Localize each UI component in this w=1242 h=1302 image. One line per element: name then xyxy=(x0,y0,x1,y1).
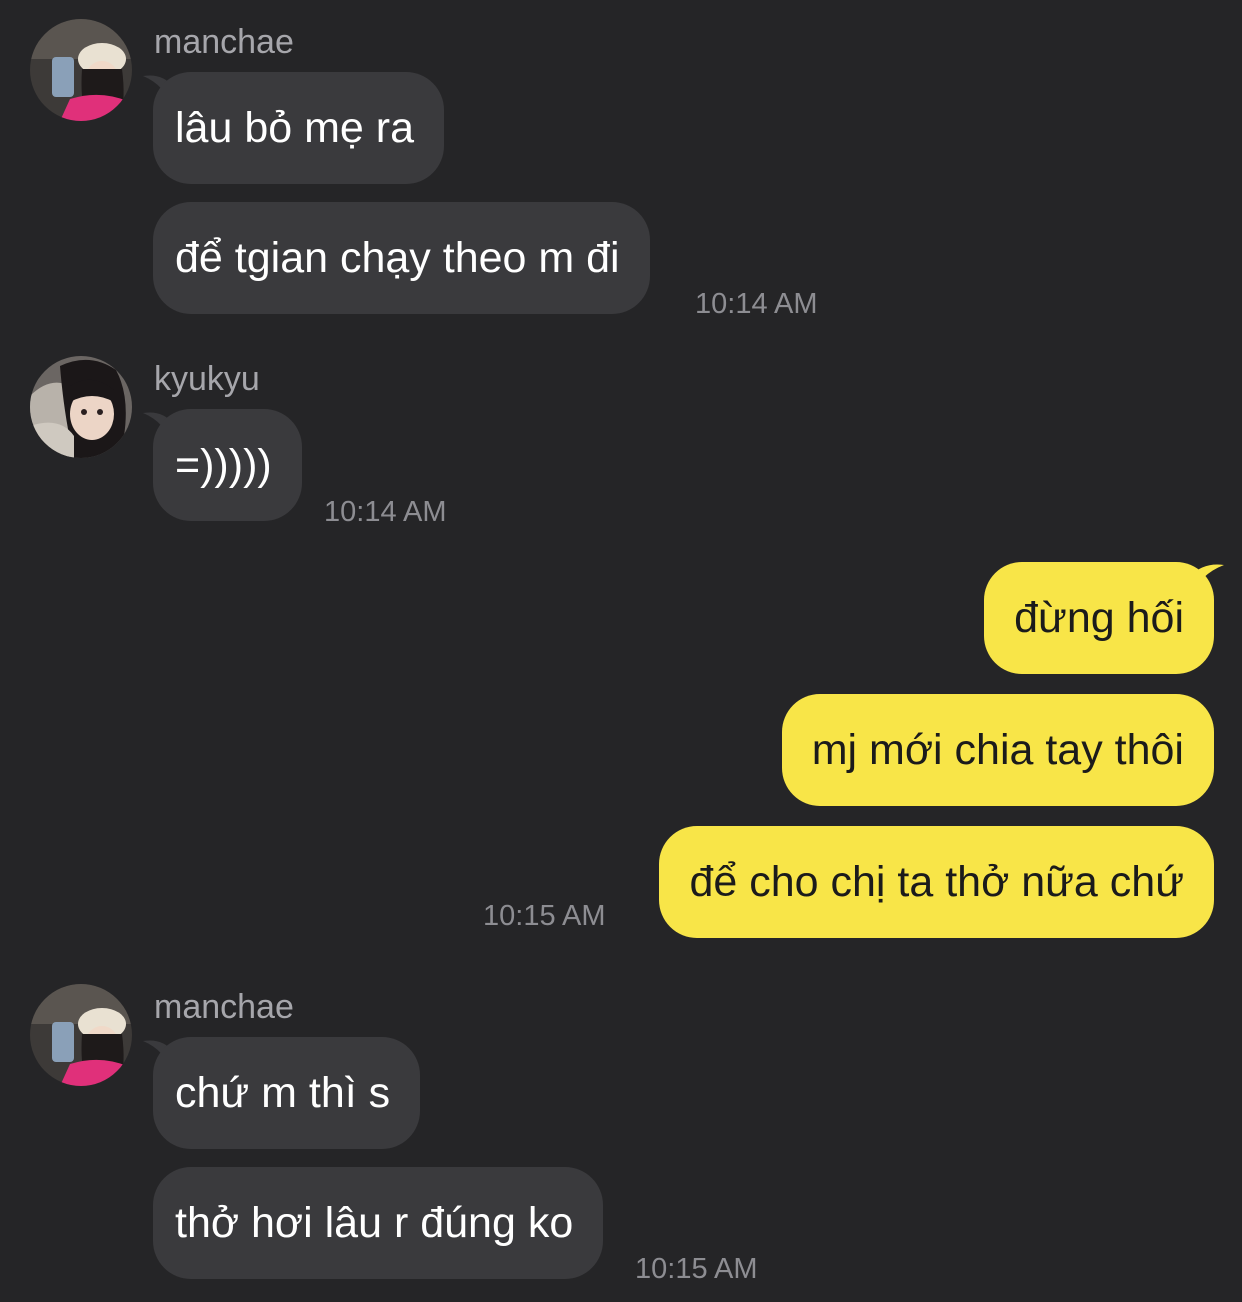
message-bubble[interactable]: chứ m thì s xyxy=(153,1037,421,1149)
sender-name: manchae xyxy=(154,988,294,1026)
sender-name: kyukyu xyxy=(154,360,260,398)
sender-name: manchae xyxy=(154,23,294,61)
message-timestamp: 10:14 AM xyxy=(695,288,818,320)
message-bubble[interactable]: thở hơi lâu r đúng ko xyxy=(153,1167,604,1279)
avatar-manchae[interactable] xyxy=(30,984,132,1086)
message-bubble[interactable]: để tgian chạy theo m đi xyxy=(153,202,650,314)
message-timestamp: 10:15 AM xyxy=(483,900,606,932)
message-bubble[interactable]: =))))) xyxy=(153,409,302,521)
message-bubble-outgoing[interactable]: để cho chị ta thở nữa chứ xyxy=(659,826,1214,938)
message-bubble[interactable]: lâu bỏ mẹ ra xyxy=(153,72,445,184)
message-timestamp: 10:15 AM xyxy=(635,1253,758,1285)
avatar-manchae[interactable] xyxy=(30,19,132,121)
avatar-kyukyu[interactable] xyxy=(30,356,132,458)
message-bubble-outgoing[interactable]: mj mới chia tay thôi xyxy=(781,694,1214,806)
message-timestamp: 10:14 AM xyxy=(324,496,447,528)
message-bubble-outgoing[interactable]: đừng hối xyxy=(984,562,1214,674)
